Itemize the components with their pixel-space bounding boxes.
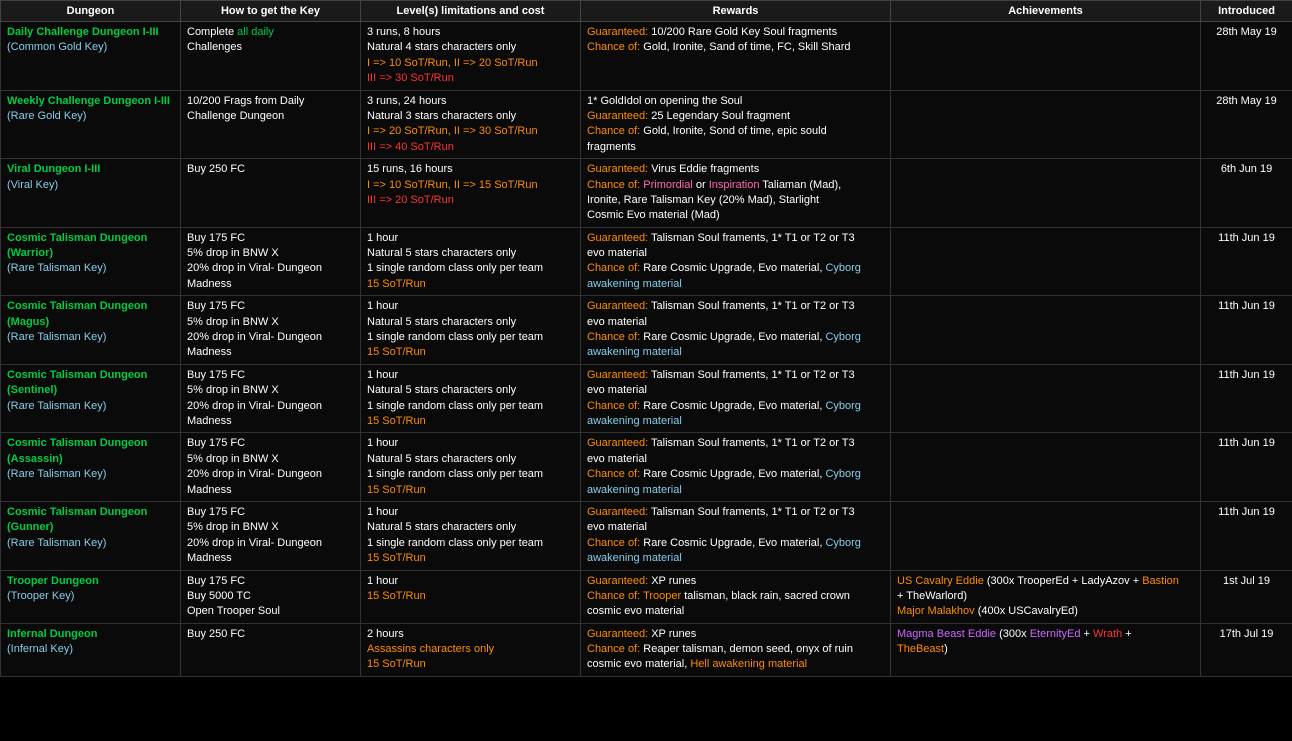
achievements-cell-cosmic-assassin [891,433,1201,502]
key-name: (Rare Talisman Key) [7,331,106,343]
table-row-cosmic-sentinel: Cosmic Talisman Dungeon (Sentinel) (Rare … [1,364,1292,433]
introduced-cell-daily: 28th May 19 [1201,22,1292,91]
level-cell-cosmic-sentinel: 1 hourNatural 5 stars characters only1 s… [361,364,581,433]
key-name: (Rare Talisman Key) [7,537,106,549]
level-cell-cosmic-gunner: 1 hourNatural 5 stars characters only1 s… [361,501,581,570]
introduced-cell-trooper: 1st Jul 19 [1201,570,1292,623]
table-row-trooper: Trooper Dungeon (Trooper Key) Buy 175 FCBu… [1,570,1292,623]
rewards-cell-cosmic-warrior: Guaranteed: Talisman Soul framents, 1* T… [581,227,891,296]
dungeon-cell-viral: Viral Dungeon I-III (Viral Key) [1,159,181,228]
header-achievements: Achievements [891,1,1201,22]
header-level: Level(s) limitations and cost [361,1,581,22]
dungeon-name: Trooper Dungeon [7,575,99,587]
table-row-weekly: Weekly Challenge Dungeon I-III (Rare Gold… [1,90,1292,159]
key-name: (Rare Talisman Key) [7,468,106,480]
achievements-cell-infernal: Magma Beast Eddie (300x EternityEd + Wra… [891,623,1201,676]
table-row-viral: Viral Dungeon I-III (Viral Key) Buy 250 FC… [1,159,1292,228]
table-row-cosmic-gunner: Cosmic Talisman Dungeon (Gunner) (Rare Ta… [1,501,1292,570]
dungeon-table: Dungeon How to get the Key Level(s) limi… [0,0,1292,677]
level-cell-cosmic-assassin: 1 hourNatural 5 stars characters only1 s… [361,433,581,502]
achievements-cell-cosmic-gunner [891,501,1201,570]
key-name: (Rare Talisman Key) [7,400,106,412]
rewards-cell-cosmic-assassin: Guaranteed: Talisman Soul framents, 1* T… [581,433,891,502]
dungeon-name: Infernal Dungeon [7,628,97,640]
dungeon-name: Cosmic Talisman Dungeon (Warrior) [7,232,147,259]
key-cell-cosmic-gunner: Buy 175 FC5% drop in BNW X20% drop in Vi… [181,501,361,570]
introduced-cell-cosmic-gunner: 11th Jun 19 [1201,501,1292,570]
key-name: (Rare Talisman Key) [7,262,106,274]
header-rewards: Rewards [581,1,891,22]
header-dungeon: Dungeon [1,1,181,22]
achievements-cell-viral [891,159,1201,228]
introduced-cell-cosmic-warrior: 11th Jun 19 [1201,227,1292,296]
key-cell-cosmic-magus: Buy 175 FC5% drop in BNW X20% drop in Vi… [181,296,361,365]
table-row-cosmic-assassin: Cosmic Talisman Dungeon (Assassin) (Rare … [1,433,1292,502]
level-cell-infernal: 2 hoursAssassins characters only15 SoT/R… [361,623,581,676]
level-cell-cosmic-warrior: 1 hourNatural 5 stars characters only1 s… [361,227,581,296]
level-cell-cosmic-magus: 1 hourNatural 5 stars characters only1 s… [361,296,581,365]
dungeon-cell-cosmic-assassin: Cosmic Talisman Dungeon (Assassin) (Rare … [1,433,181,502]
dungeon-cell-cosmic-gunner: Cosmic Talisman Dungeon (Gunner) (Rare Ta… [1,501,181,570]
dungeon-cell-weekly: Weekly Challenge Dungeon I-III (Rare Gold… [1,90,181,159]
achievements-cell-daily [891,22,1201,91]
introduced-cell-cosmic-assassin: 11th Jun 19 [1201,433,1292,502]
key-cell-cosmic-sentinel: Buy 175 FC5% drop in BNW X20% drop in Vi… [181,364,361,433]
introduced-cell-viral: 6th Jun 19 [1201,159,1292,228]
table-row-cosmic-magus: Cosmic Talisman Dungeon (Magus) (Rare Tal… [1,296,1292,365]
level-cell-daily: 3 runs, 8 hoursNatural 4 stars character… [361,22,581,91]
dungeon-name: Weekly Challenge Dungeon I-III [7,95,170,107]
table-row-cosmic-warrior: Cosmic Talisman Dungeon (Warrior) (Rare T… [1,227,1292,296]
rewards-cell-viral: Guaranteed: Virus Eddie fragmentsChance … [581,159,891,228]
introduced-cell-cosmic-magus: 11th Jun 19 [1201,296,1292,365]
key-cell-infernal: Buy 250 FC [181,623,361,676]
achievements-cell-cosmic-sentinel [891,364,1201,433]
level-cell-trooper: 1 hour15 SoT/Run [361,570,581,623]
rewards-cell-weekly: 1* GoldIdol on opening the SoulGuarantee… [581,90,891,159]
rewards-cell-cosmic-magus: Guaranteed: Talisman Soul framents, 1* T… [581,296,891,365]
key-name: (Rare Gold Key) [7,110,86,122]
rewards-cell-cosmic-gunner: Guaranteed: Talisman Soul framents, 1* T… [581,501,891,570]
header-key: How to get the Key [181,1,361,22]
achievements-cell-trooper: US Cavalry Eddie (300x TrooperEd + LadyA… [891,570,1201,623]
header-introduced: Introduced [1201,1,1292,22]
table-row-daily: Daily Challenge Dungeon I-III (Common Gol… [1,22,1292,91]
rewards-cell-infernal: Guaranteed: XP runesChance of: Reaper ta… [581,623,891,676]
achievements-cell-cosmic-warrior [891,227,1201,296]
dungeon-name: Viral Dungeon I-III [7,163,100,175]
key-name: (Common Gold Key) [7,41,107,53]
key-cell-weekly: 10/200 Frags from DailyChallenge Dungeon [181,90,361,159]
rewards-cell-daily: Guaranteed: 10/200 Rare Gold Key Soul fr… [581,22,891,91]
dungeon-name: Cosmic Talisman Dungeon (Sentinel) [7,369,147,396]
dungeon-name: Daily Challenge Dungeon I-III [7,26,159,38]
introduced-cell-infernal: 17th Jul 19 [1201,623,1292,676]
key-cell-cosmic-assassin: Buy 175 FC5% drop in BNW X20% drop in Vi… [181,433,361,502]
dungeon-cell-daily: Daily Challenge Dungeon I-III (Common Gol… [1,22,181,91]
key-name: (Trooper Key) [7,590,74,602]
dungeon-cell-trooper: Trooper Dungeon (Trooper Key) [1,570,181,623]
achievements-cell-cosmic-magus [891,296,1201,365]
dungeon-name: Cosmic Talisman Dungeon (Assassin) [7,437,147,464]
level-cell-weekly: 3 runs, 24 hoursNatural 3 stars characte… [361,90,581,159]
achievements-cell-weekly [891,90,1201,159]
table-row-infernal: Infernal Dungeon (Infernal Key) Buy 250 FC… [1,623,1292,676]
dungeon-name: Cosmic Talisman Dungeon (Magus) [7,300,147,327]
key-name: (Viral Key) [7,179,58,191]
introduced-cell-cosmic-sentinel: 11th Jun 19 [1201,364,1292,433]
dungeon-cell-cosmic-sentinel: Cosmic Talisman Dungeon (Sentinel) (Rare … [1,364,181,433]
dungeon-cell-infernal: Infernal Dungeon (Infernal Key) [1,623,181,676]
dungeon-cell-cosmic-warrior: Cosmic Talisman Dungeon (Warrior) (Rare T… [1,227,181,296]
introduced-cell-weekly: 28th May 19 [1201,90,1292,159]
key-cell-cosmic-warrior: Buy 175 FC5% drop in BNW X20% drop in Vi… [181,227,361,296]
dungeon-name: Cosmic Talisman Dungeon (Gunner) [7,506,147,533]
key-cell-trooper: Buy 175 FCBuy 5000 TCOpen Trooper Soul [181,570,361,623]
dungeon-cell-cosmic-magus: Cosmic Talisman Dungeon (Magus) (Rare Tal… [1,296,181,365]
key-name: (Infernal Key) [7,643,73,655]
level-cell-viral: 15 runs, 16 hoursI => 10 SoT/Run, II => … [361,159,581,228]
key-cell-daily: Complete all dailyChallenges [181,22,361,91]
rewards-cell-trooper: Guaranteed: XP runesChance of: Trooper t… [581,570,891,623]
key-cell-viral: Buy 250 FC [181,159,361,228]
rewards-cell-cosmic-sentinel: Guaranteed: Talisman Soul framents, 1* T… [581,364,891,433]
